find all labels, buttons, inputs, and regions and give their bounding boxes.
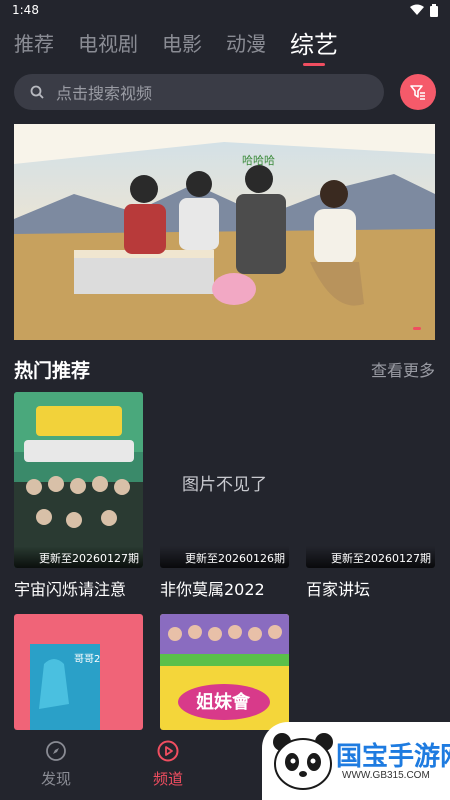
card-title: 非你莫属2022 <box>160 580 265 599</box>
poster-image <box>14 392 143 568</box>
hot-section-header: 热门推荐 查看更多 <box>14 354 435 384</box>
category-tabs: 推荐 电视剧 电影 动漫 综艺 <box>0 22 450 62</box>
section-title: 热门推荐 <box>14 359 91 382</box>
poster-image: 哥哥2 <box>14 614 143 730</box>
compass-icon <box>46 741 66 761</box>
search-row: 点击搜索视频 <box>14 74 436 110</box>
status-icons <box>410 3 438 17</box>
poster-image: 姐妹會 <box>160 614 289 730</box>
watermark-text: 国宝手游网 <box>336 742 450 772</box>
search-input[interactable]: 点击搜索视频 <box>14 74 384 110</box>
update-badge: 更新至20260127期 <box>306 546 435 568</box>
play-icon <box>157 740 179 762</box>
nav-label: 频道 <box>152 770 183 788</box>
tab-movies[interactable]: 电影 <box>162 28 202 57</box>
tab-tv-series[interactable]: 电视剧 <box>78 28 138 57</box>
update-badge: 更新至20260127期 <box>14 546 143 568</box>
update-badge: 更新至20260126期 <box>160 546 289 568</box>
panda-logo-icon <box>273 733 333 790</box>
card-poster: 哥哥2 <box>14 614 143 730</box>
svg-text:哈哈哈: 哈哈哈 <box>242 154 275 167</box>
status-bar: 1:48 <box>0 0 450 20</box>
banner-indicator <box>413 327 421 330</box>
search-placeholder: 点击搜索视频 <box>56 84 153 103</box>
image-missing-text: 图片不见了 <box>182 475 267 495</box>
banner-image: 哈哈哈 <box>14 124 435 340</box>
card-poster: 图片不见了 更新至20260126期 <box>160 392 289 568</box>
site-watermark: 国宝手游网 WWW.GB315.COM <box>262 722 450 800</box>
nav-discover[interactable]: 发现 <box>0 730 112 800</box>
card-title: 宇宙闪烁请注意 <box>14 580 127 599</box>
card-poster: 姐妹會 <box>160 614 289 730</box>
svg-text:姐妹會: 姐妹會 <box>196 691 251 713</box>
filter-icon <box>410 85 425 100</box>
featured-banner[interactable]: 哈哈哈 <box>14 124 435 340</box>
nav-channels[interactable]: 频道 <box>112 730 224 800</box>
wifi-icon <box>410 4 424 15</box>
tab-variety[interactable]: 综艺 <box>290 25 338 60</box>
tab-anime[interactable]: 动漫 <box>226 28 266 57</box>
tab-recommend[interactable]: 推荐 <box>14 28 54 57</box>
view-more-link[interactable]: 查看更多 <box>371 357 435 381</box>
card-poster: 更新至20260127期 <box>14 392 143 568</box>
search-icon <box>30 85 44 99</box>
nav-label: 发现 <box>40 770 71 788</box>
card-poster: 更新至20260127期 <box>306 392 435 568</box>
watermark-url: WWW.GB315.COM <box>342 770 430 781</box>
card-title: 百家讲坛 <box>306 580 371 599</box>
status-time: 1:48 <box>12 3 39 17</box>
svg-text:哥哥2: 哥哥2 <box>74 653 100 665</box>
filter-button[interactable] <box>400 74 436 110</box>
battery-icon <box>430 3 438 17</box>
